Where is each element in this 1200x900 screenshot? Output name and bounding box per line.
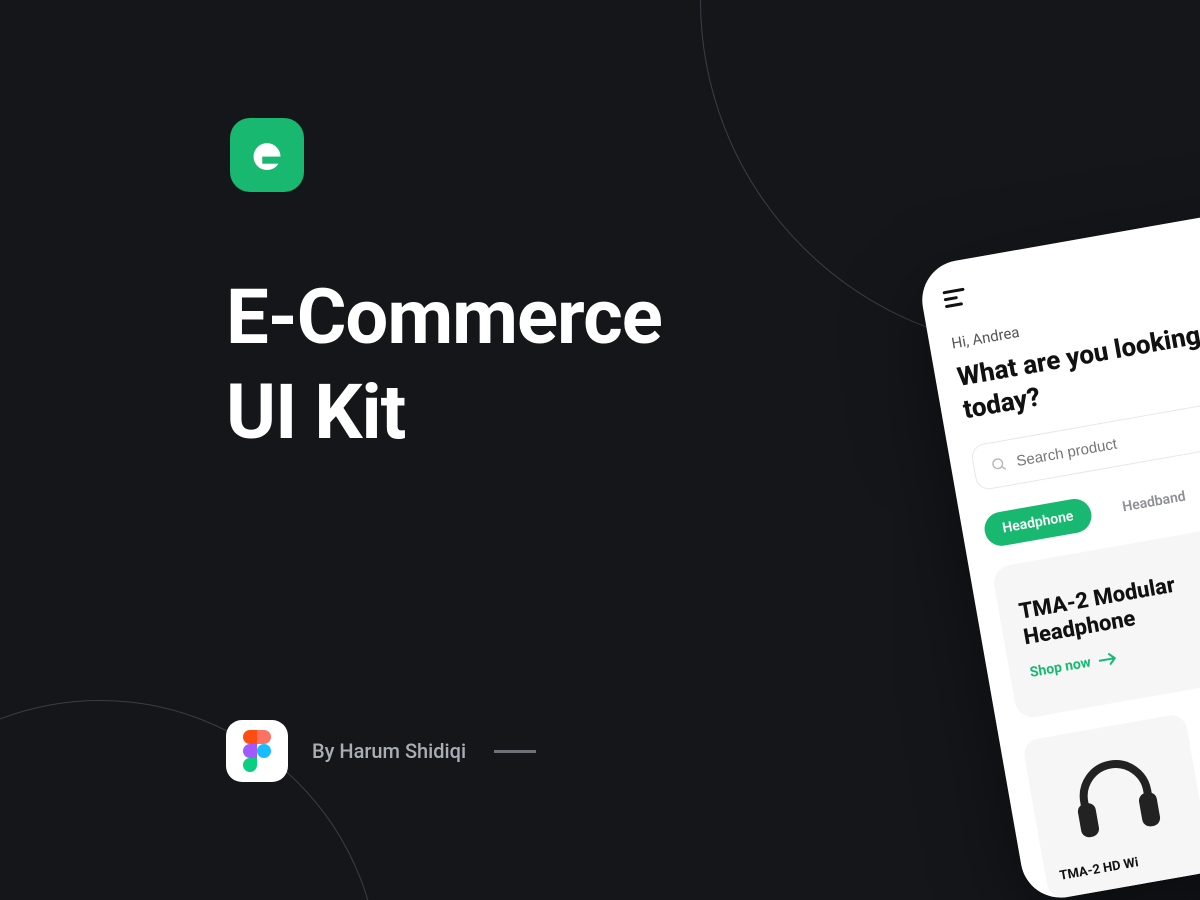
byline-text: By Harum Shidiqi [312,739,466,763]
shop-now-label: Shop now [1029,655,1093,681]
hero-title: E-Commerce UI Kit [226,270,662,460]
e-letter-icon [248,136,286,174]
byline-row: By Harum Shidiqi [226,720,536,782]
chip-headband[interactable]: Headband [1102,477,1200,528]
phone-mockup: Au Hi, Andrea What are you looking for t… [916,200,1200,900]
product-headphone-icon [1058,742,1172,848]
byline-dash [494,750,536,753]
figma-icon [226,720,288,782]
chip-headphone[interactable]: Headphone [982,496,1094,548]
menu-icon[interactable] [942,287,967,308]
product-card-1[interactable]: TMA-2 HD Wi [1022,713,1200,900]
hero-title-line2: UI Kit [226,367,405,457]
hero-title-line1: E-Commerce [226,272,662,362]
brand-logo [230,118,304,192]
search-field[interactable] [1015,403,1200,469]
phone-screen: Au Hi, Andrea What are you looking for t… [916,200,1200,900]
arrow-right-icon [1098,652,1118,667]
feature-title: TMA-2 Modular Headphone [1017,570,1194,651]
search-icon [989,454,1008,475]
